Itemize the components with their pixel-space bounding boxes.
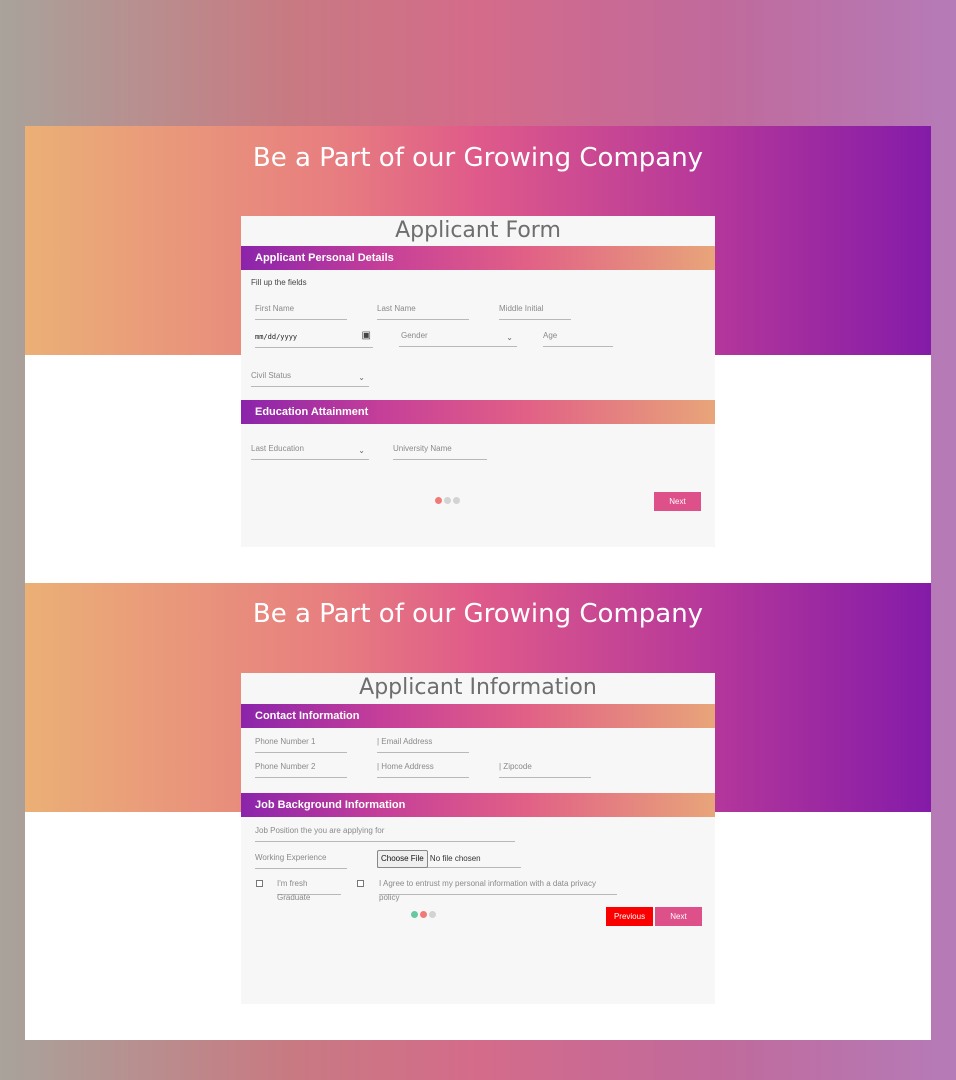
- phone-number-2-placeholder: Phone Number 2: [255, 762, 316, 771]
- calendar-icon[interactable]: ▣: [362, 329, 371, 343]
- home-address-input[interactable]: | Home Address: [377, 760, 469, 778]
- zipcode-input[interactable]: | Zipcode: [499, 760, 591, 778]
- applicant-form-card: Applicant Form Applicant Personal Detail…: [241, 216, 715, 547]
- working-experience-placeholder: Working Experience: [255, 853, 327, 862]
- last-education-select[interactable]: Last Education ⌄: [251, 442, 369, 460]
- age-placeholder: Age: [543, 331, 558, 340]
- phone-number-1-input[interactable]: Phone Number 1: [255, 735, 347, 753]
- job-position-placeholder: Job Position the you are applying for: [255, 826, 385, 835]
- choose-file-button[interactable]: Choose File: [377, 850, 428, 868]
- working-experience-input[interactable]: Working Experience: [255, 851, 347, 869]
- fresh-graduate-checkbox[interactable]: [256, 880, 263, 887]
- first-name-placeholder: First Name: [255, 304, 295, 313]
- hero-title: Be a Part of our Growing Company: [252, 143, 704, 173]
- privacy-agree-checkbox[interactable]: [357, 880, 364, 887]
- first-name-input[interactable]: First Name: [255, 302, 347, 320]
- step-dot-2: [444, 497, 451, 504]
- civil-status-select[interactable]: Civil Status ⌄: [251, 369, 369, 387]
- step-dot-3: [453, 497, 460, 504]
- fresh-graduate-text: I'm fresh Graduate: [277, 879, 311, 902]
- fresh-graduate-label: I'm fresh Graduate: [277, 877, 341, 902]
- university-name-placeholder: University Name: [393, 444, 452, 453]
- no-file-chosen-text: No file chosen: [429, 854, 481, 863]
- next-button[interactable]: Next: [654, 492, 701, 511]
- section-contact-information: Contact Information: [241, 704, 715, 728]
- section-personal-details: Applicant Personal Details: [241, 246, 715, 270]
- hero-title: Be a Part of our Growing Company: [252, 599, 704, 629]
- university-name-input[interactable]: University Name: [393, 442, 487, 460]
- privacy-agree-label: I Agree to entrust my personal informati…: [379, 877, 617, 902]
- last-name-input[interactable]: Last Name: [377, 302, 469, 320]
- email-address-placeholder: | Email Address: [377, 737, 433, 746]
- privacy-agree-text: I Agree to entrust my personal informati…: [379, 879, 596, 902]
- step-dot-3: [429, 911, 436, 918]
- last-name-placeholder: Last Name: [377, 304, 416, 313]
- applicant-information-card: Applicant Information Contact Informatio…: [241, 673, 715, 1004]
- next-button[interactable]: Next: [655, 907, 702, 926]
- phone-number-2-input[interactable]: Phone Number 2: [255, 760, 347, 778]
- fill-hint: Fill up the fields: [251, 278, 307, 287]
- gender-select[interactable]: Gender ⌄: [399, 329, 517, 347]
- previous-button[interactable]: Previous: [606, 907, 653, 926]
- step-dot-1: [411, 911, 418, 918]
- job-position-input[interactable]: Job Position the you are applying for: [255, 824, 515, 842]
- middle-initial-placeholder: Middle Initial: [499, 304, 544, 313]
- section-education: Education Attainment: [241, 400, 715, 424]
- middle-initial-input[interactable]: Middle Initial: [499, 302, 571, 320]
- section-job-background: Job Background Information: [241, 793, 715, 817]
- chevron-down-icon: ⌄: [506, 333, 513, 342]
- card-title: Applicant Information: [359, 675, 597, 700]
- birthdate-input[interactable]: mm/dd/yyyy ▣: [255, 330, 373, 348]
- resume-file-input[interactable]: Choose File No file chosen: [377, 850, 521, 868]
- date-placeholder: mm/dd/yyyy: [255, 333, 298, 341]
- chevron-down-icon: ⌄: [358, 373, 365, 382]
- age-input[interactable]: Age: [543, 329, 613, 347]
- email-address-input[interactable]: | Email Address: [377, 735, 469, 753]
- last-education-placeholder: Last Education: [251, 444, 304, 453]
- step-indicator: [411, 911, 436, 918]
- civil-status-placeholder: Civil Status: [251, 371, 292, 380]
- step-indicator: [435, 497, 460, 504]
- chevron-down-icon: ⌄: [358, 446, 365, 455]
- page-canvas: Be a Part of our Growing Company Applica…: [25, 126, 931, 1040]
- step-dot-2: [420, 911, 427, 918]
- step-dot-1: [435, 497, 442, 504]
- home-address-placeholder: | Home Address: [377, 762, 434, 771]
- zipcode-placeholder: | Zipcode: [499, 762, 532, 771]
- gender-placeholder: Gender: [401, 331, 428, 340]
- phone-number-1-placeholder: Phone Number 1: [255, 737, 316, 746]
- card-title: Applicant Form: [395, 218, 561, 243]
